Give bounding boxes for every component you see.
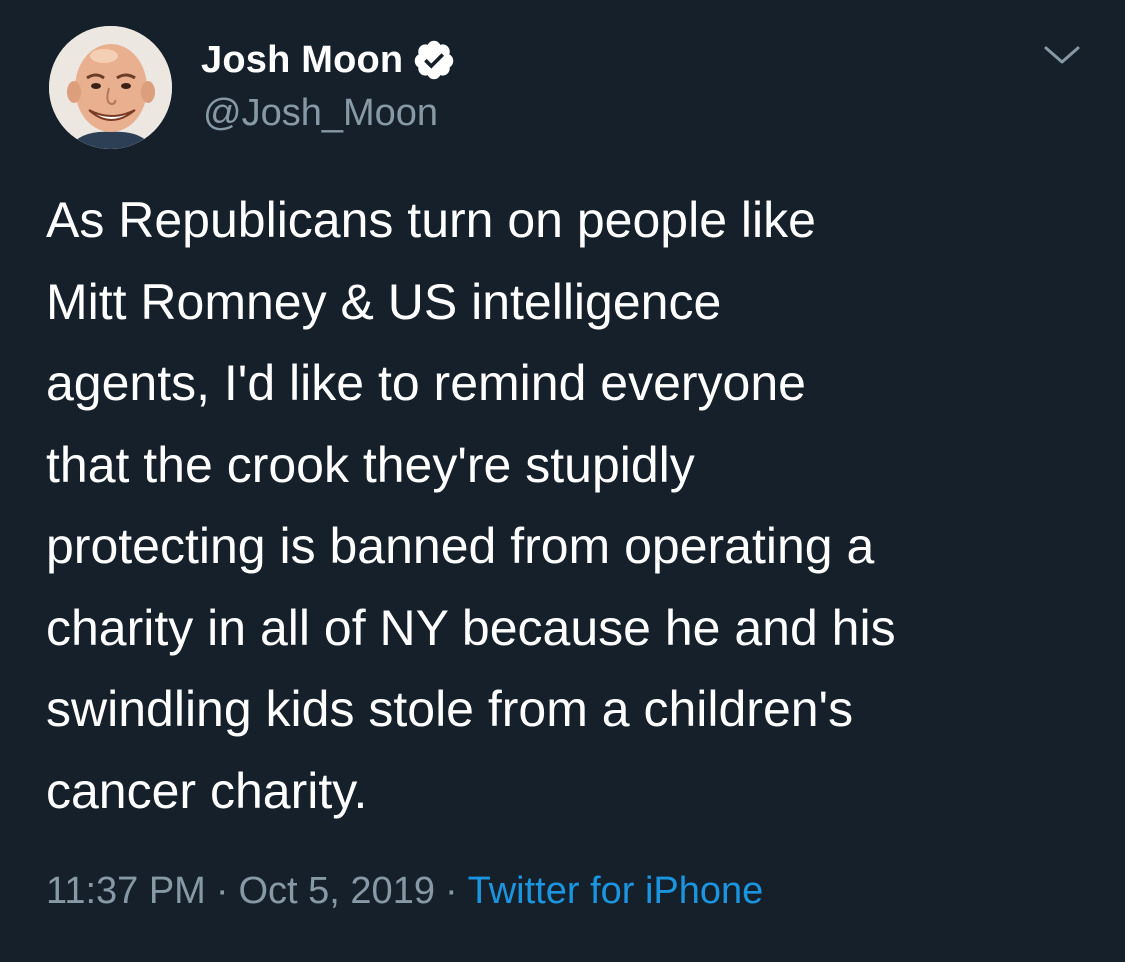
tweet-text-line: agents, I'd like to remind everyone [46, 355, 806, 411]
tweet-time[interactable]: 11:37 PM [46, 870, 206, 912]
tweet-text: As Republicans turn on people like Mitt … [46, 180, 1106, 832]
tweet-card: Josh Moon @Josh_Moon As Republicans turn… [0, 0, 1125, 962]
author-handle[interactable]: @Josh_Moon [203, 92, 438, 135]
tweet-text-line: swindling kids stole from a children's [46, 681, 854, 737]
tweet-text-line: Mitt Romney & US intelligence [46, 273, 722, 330]
avatar-illustration [49, 26, 172, 149]
tweet-metadata: 11:37 PM · Oct 5, 2019 · Twitter for iPhone [46, 870, 763, 913]
tweet-date[interactable]: Oct 5, 2019 [239, 870, 435, 912]
metadata-separator: · [444, 870, 458, 912]
avatar[interactable] [49, 26, 172, 149]
verified-badge-icon [412, 38, 456, 82]
metadata-separator: · [215, 870, 229, 912]
author-display-name[interactable]: Josh Moon [201, 39, 403, 82]
tweet-text-line: charity in all of NY because he and his [46, 599, 896, 656]
chevron-down-icon[interactable] [1040, 38, 1084, 72]
tweet-text-line: that the crook they're stupidly [46, 436, 695, 493]
author-name-row[interactable]: Josh Moon [201, 36, 456, 84]
tweet-text-line: As Republicans turn on people like [46, 192, 816, 248]
tweet-source-link[interactable]: Twitter for iPhone [468, 870, 764, 912]
tweet-text-line: cancer charity. [46, 762, 368, 819]
tweet-text-line: protecting is banned from operating a [46, 518, 875, 574]
